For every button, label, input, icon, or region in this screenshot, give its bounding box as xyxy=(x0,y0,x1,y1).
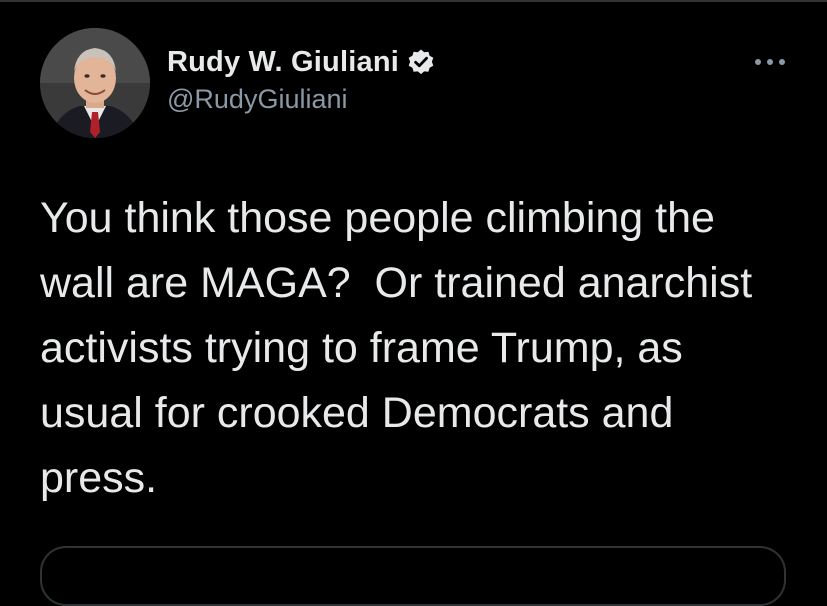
display-name[interactable]: Rudy W. Giuliani xyxy=(167,46,399,79)
name-row: Rudy W. Giuliani xyxy=(167,42,435,82)
profile-photo-icon xyxy=(40,28,150,138)
avatar[interactable] xyxy=(40,28,150,138)
tweet-header: Rudy W. Giuliani @RudyGiuliani xyxy=(167,42,435,115)
ellipsis-icon[interactable] xyxy=(752,52,788,72)
top-divider xyxy=(0,0,827,2)
quoted-tweet-card[interactable] xyxy=(40,546,786,606)
verified-badge-icon xyxy=(407,48,435,76)
tweet-text: You think those people climbing the wall… xyxy=(40,194,753,502)
user-handle[interactable]: @RudyGiuliani xyxy=(167,84,435,115)
